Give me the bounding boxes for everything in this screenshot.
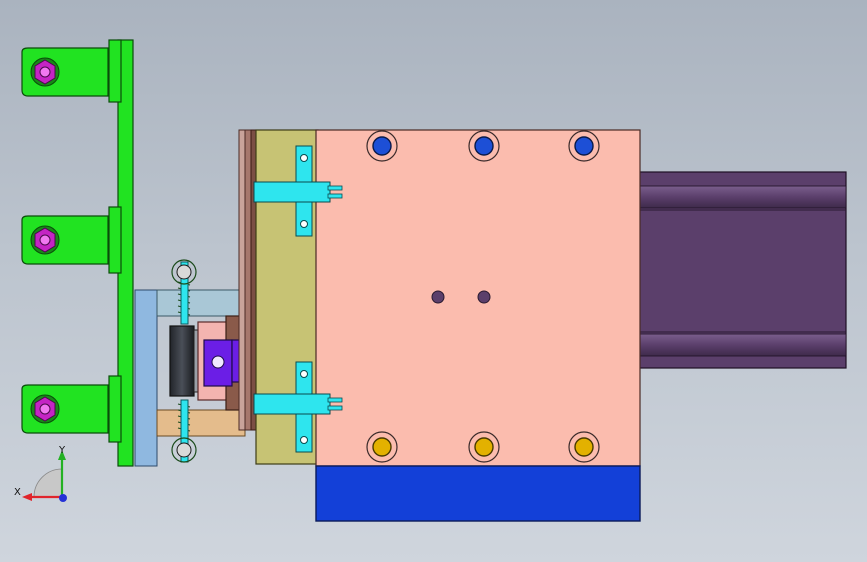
y-axis-label: Y — [58, 445, 66, 456]
proximity-sensor-bottom — [21, 384, 109, 434]
proximity-sensor-middle — [21, 215, 109, 265]
proximity-sensor-top — [21, 47, 109, 97]
x-axis-label: X — [14, 487, 21, 498]
sensor-bracket — [108, 39, 134, 467]
cad-viewport[interactable]: Y X — [0, 0, 867, 562]
guide-rails — [238, 129, 258, 431]
coordinate-triad: Y X — [14, 445, 67, 502]
base-block — [315, 465, 641, 522]
stepper-motor — [637, 171, 847, 369]
side-plate — [134, 289, 158, 467]
